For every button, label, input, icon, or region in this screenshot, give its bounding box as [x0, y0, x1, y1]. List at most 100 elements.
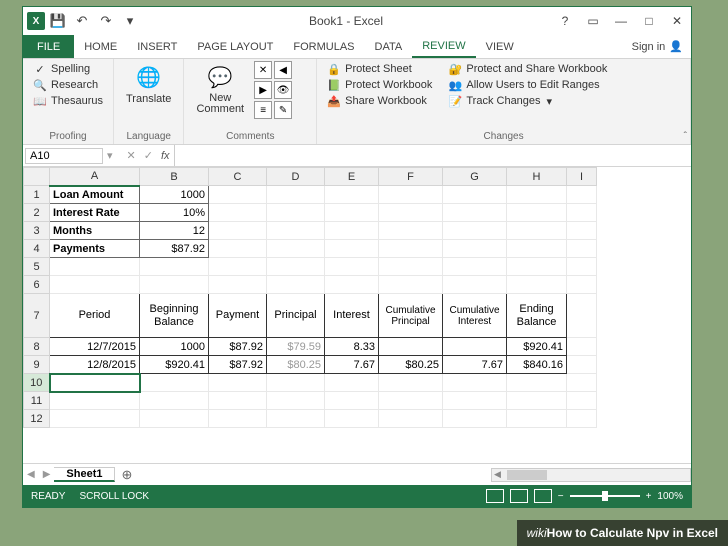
fx-icon[interactable]: fx	[157, 150, 174, 162]
zoom-level[interactable]: 100%	[657, 491, 683, 502]
cell[interactable]	[209, 204, 267, 222]
cell[interactable]	[325, 258, 379, 276]
select-all-corner[interactable]	[24, 168, 50, 186]
cell[interactable]: Interest Rate	[50, 204, 140, 222]
cell[interactable]	[567, 294, 597, 338]
sheet-tab[interactable]: Sheet1	[54, 467, 115, 482]
cell[interactable]	[567, 186, 597, 204]
cancel-formula-icon[interactable]: ✕	[123, 149, 140, 162]
cell[interactable]	[209, 410, 267, 428]
spelling-button[interactable]: ✓Spelling	[29, 61, 107, 77]
cell[interactable]	[379, 276, 443, 294]
cell[interactable]	[50, 410, 140, 428]
close-icon[interactable]: ✕	[663, 9, 691, 33]
col-header-i[interactable]: I	[567, 168, 597, 186]
row-header[interactable]: 1	[24, 186, 50, 204]
spreadsheet-grid[interactable]: A B C D E F G H I 1Loan Amount1000 2Inte…	[23, 167, 691, 463]
cell[interactable]: Beginning Balance	[140, 294, 209, 338]
cell[interactable]	[507, 410, 567, 428]
formula-bar[interactable]	[174, 145, 691, 166]
cell[interactable]	[443, 258, 507, 276]
cell[interactable]	[443, 204, 507, 222]
row-header[interactable]: 5	[24, 258, 50, 276]
cell[interactable]: 10%	[140, 204, 209, 222]
cell[interactable]	[443, 410, 507, 428]
save-icon[interactable]: 💾	[47, 10, 69, 32]
show-ink-icon[interactable]: ✎	[274, 101, 292, 119]
namebox-dropdown-icon[interactable]: ▾	[103, 149, 117, 162]
cell[interactable]	[267, 392, 325, 410]
cell[interactable]	[507, 374, 567, 392]
thesaurus-button[interactable]: 📖Thesaurus	[29, 93, 107, 109]
minimize-icon[interactable]: —	[607, 9, 635, 33]
cell[interactable]: Cumulative Interest	[443, 294, 507, 338]
cell-selected[interactable]	[50, 374, 140, 392]
add-sheet-icon[interactable]: ⊕	[115, 467, 138, 483]
tab-data[interactable]: DATA	[365, 35, 413, 58]
scroll-thumb[interactable]	[507, 470, 547, 480]
delete-comment-icon[interactable]: ✕	[254, 61, 272, 79]
cell[interactable]	[443, 186, 507, 204]
horizontal-scrollbar[interactable]: ◀	[491, 468, 691, 482]
col-header-h[interactable]: H	[507, 168, 567, 186]
cell[interactable]: Months	[50, 222, 140, 240]
new-comment-button[interactable]: 💬 New Comment	[190, 61, 250, 117]
show-all-icon[interactable]: ≡	[254, 101, 272, 119]
cell[interactable]	[325, 240, 379, 258]
cell[interactable]	[379, 392, 443, 410]
row-header[interactable]: 7	[24, 294, 50, 338]
zoom-out-icon[interactable]: −	[558, 491, 564, 502]
cell[interactable]: Cumulative Principal	[379, 294, 443, 338]
view-pagelayout-icon[interactable]	[510, 489, 528, 503]
ribbon-options-icon[interactable]: ▭	[579, 9, 607, 33]
sheet-nav-next-icon[interactable]: ▶	[39, 469, 55, 480]
cell[interactable]	[267, 222, 325, 240]
cell[interactable]: $79.59	[267, 338, 325, 356]
tab-review[interactable]: REVIEW	[412, 35, 475, 58]
cell[interactable]: $87.92	[209, 356, 267, 374]
collapse-ribbon-icon[interactable]: ˆ	[684, 131, 687, 142]
cell[interactable]	[267, 240, 325, 258]
cell[interactable]	[140, 258, 209, 276]
cell[interactable]	[567, 410, 597, 428]
cell[interactable]	[379, 240, 443, 258]
cell[interactable]: 12/8/2015	[50, 356, 140, 374]
enter-formula-icon[interactable]: ✓	[140, 149, 157, 162]
cell[interactable]	[267, 258, 325, 276]
cell[interactable]	[507, 276, 567, 294]
prev-comment-icon[interactable]: ◀	[274, 61, 292, 79]
cell[interactable]	[209, 392, 267, 410]
cell[interactable]	[50, 392, 140, 410]
help-icon[interactable]: ?	[551, 9, 579, 33]
cell[interactable]	[209, 186, 267, 204]
tab-file[interactable]: FILE	[23, 35, 74, 58]
cell[interactable]	[267, 410, 325, 428]
zoom-thumb[interactable]	[602, 491, 608, 501]
cell[interactable]	[507, 204, 567, 222]
redo-icon[interactable]: ↷	[95, 10, 117, 32]
col-header-e[interactable]: E	[325, 168, 379, 186]
cell[interactable]	[140, 410, 209, 428]
cell[interactable]	[325, 222, 379, 240]
cell[interactable]	[209, 258, 267, 276]
cell[interactable]	[507, 222, 567, 240]
cell[interactable]	[267, 186, 325, 204]
row-header[interactable]: 2	[24, 204, 50, 222]
col-header-b[interactable]: B	[140, 168, 209, 186]
cell[interactable]	[507, 186, 567, 204]
sign-in-link[interactable]: Sign in 👤	[624, 35, 691, 58]
view-pagebreak-icon[interactable]	[534, 489, 552, 503]
allow-users-button[interactable]: 👥Allow Users to Edit Ranges	[444, 77, 611, 93]
cell[interactable]	[325, 276, 379, 294]
cell[interactable]	[567, 240, 597, 258]
zoom-slider[interactable]	[570, 495, 640, 497]
cell[interactable]: $80.25	[379, 356, 443, 374]
cell[interactable]	[140, 392, 209, 410]
cell[interactable]	[379, 186, 443, 204]
col-header-d[interactable]: D	[267, 168, 325, 186]
view-normal-icon[interactable]	[486, 489, 504, 503]
cell[interactable]: 8.33	[325, 338, 379, 356]
protect-workbook-button[interactable]: 📗Protect Workbook	[323, 77, 436, 93]
cell[interactable]: Principal	[267, 294, 325, 338]
row-header[interactable]: 10	[24, 374, 50, 392]
